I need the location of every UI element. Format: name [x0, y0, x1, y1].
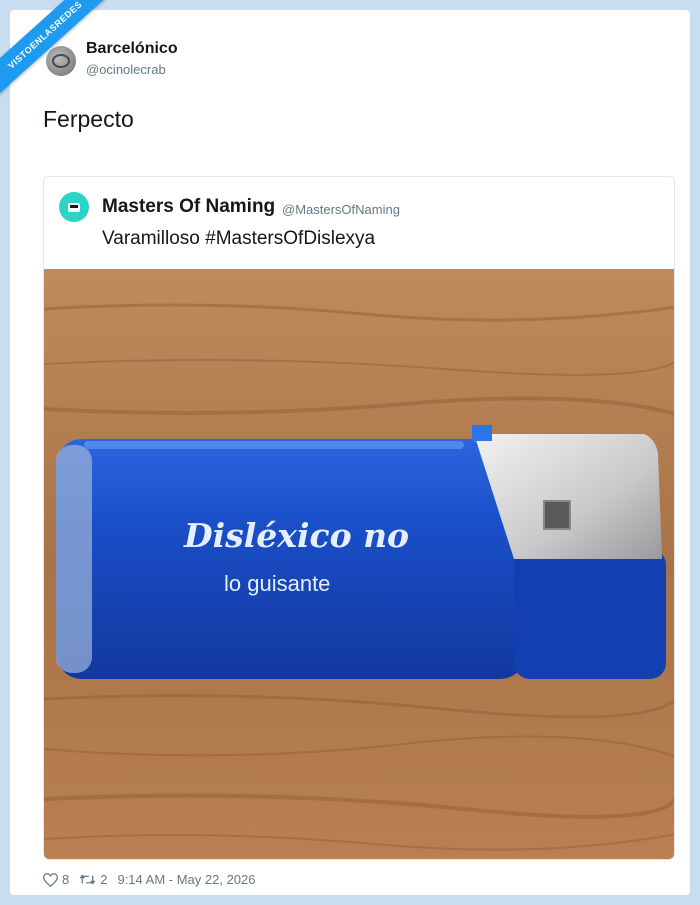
lighter: Disléxico no lo guisante: [56, 425, 666, 679]
quoted-photo[interactable]: Disléxico no lo guisante: [44, 269, 674, 859]
quoted-tweet[interactable]: Masters Of Naming @MastersOfNaming Varam…: [43, 176, 675, 860]
author-handle[interactable]: @ocinolecrab: [86, 62, 166, 77]
timestamp[interactable]: 9:14 AM - May 22, 2026: [117, 872, 255, 887]
tweet-footer: 8 2 9:14 AM - May 22, 2026: [43, 872, 256, 887]
author-display-name[interactable]: Barcelónico: [86, 40, 178, 58]
like-count[interactable]: 8: [43, 872, 69, 887]
heart-icon: [43, 872, 58, 887]
author-avatar[interactable]: [46, 46, 76, 76]
quoted-avatar[interactable]: [59, 192, 89, 222]
quoted-text: Varamilloso #MastersOfDislexya: [102, 228, 376, 249]
like-count-value: 8: [62, 872, 70, 887]
tweet-text: Ferpecto: [43, 106, 134, 132]
lighter-print-line2: lo guisante: [224, 571, 330, 596]
lighter-print-line1: Disléxico no: [183, 516, 409, 555]
mustache-icon: [68, 202, 80, 212]
retweet-icon: [80, 874, 96, 885]
retweet-count-value: 2: [100, 872, 108, 887]
quoted-display-name[interactable]: Masters Of Naming: [102, 196, 275, 218]
retweet-count[interactable]: 2: [79, 872, 107, 887]
tweet-card: Barcelónico @ocinolecrab Ferpecto Master…: [10, 10, 690, 895]
quoted-handle[interactable]: @MastersOfNaming: [282, 202, 400, 217]
